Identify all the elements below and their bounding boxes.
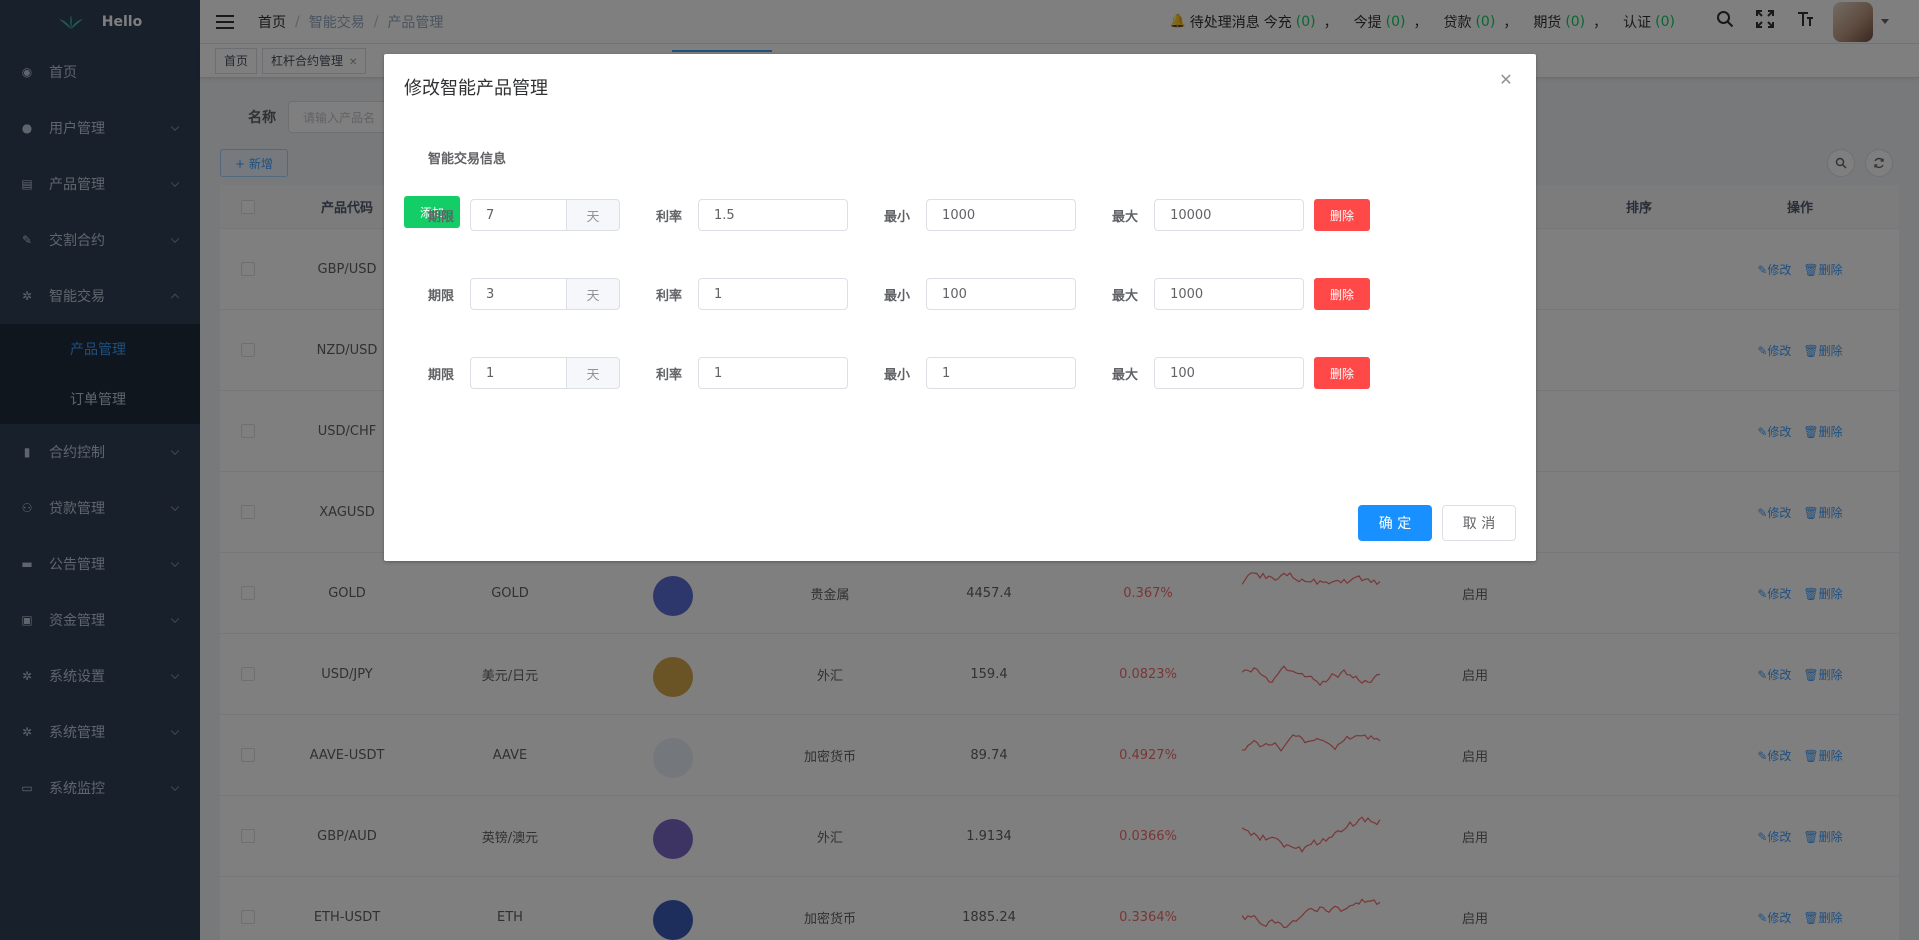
min-label: 最小 xyxy=(884,209,911,225)
max-label: 最大 xyxy=(1112,288,1139,304)
max-label: 最大 xyxy=(1112,209,1139,225)
rate-input[interactable]: 1.5 xyxy=(698,199,849,231)
delete-rule-button[interactable]: 删除 xyxy=(1314,199,1371,231)
rule-row: 期限 3 天 利率 1 最小 100 最大 1000 删除 xyxy=(428,278,1371,310)
period-unit: 天 xyxy=(566,199,621,231)
rate-label: 利率 xyxy=(656,209,683,225)
period-unit: 天 xyxy=(566,278,621,310)
period-input[interactable]: 1 xyxy=(470,357,567,389)
min-input[interactable]: 1000 xyxy=(926,199,1077,231)
max-label: 最大 xyxy=(1112,367,1139,383)
dialog-footer: 确 定 取 消 xyxy=(1358,505,1516,541)
delete-rule-button[interactable]: 删除 xyxy=(1314,278,1371,310)
period-input[interactable]: 3 xyxy=(470,278,567,310)
confirm-button[interactable]: 确 定 xyxy=(1358,505,1432,541)
max-input[interactable]: 1000 xyxy=(1154,278,1305,310)
rate-label: 利率 xyxy=(656,288,683,304)
rate-input[interactable]: 1 xyxy=(698,278,849,310)
rate-label: 利率 xyxy=(656,367,683,383)
edit-dialog: 修改智能产品管理 ✕ 智能交易信息 添加 期限 7 天利率 1.5 最小 1000 最大 10… xyxy=(384,54,1536,561)
min-input[interactable]: 100 xyxy=(926,278,1077,310)
period-label: 期限 xyxy=(428,288,455,304)
delete-rule-button[interactable]: 删除 xyxy=(1314,357,1371,389)
period-label: 期限 xyxy=(428,209,455,225)
period-label: 期限 xyxy=(428,367,455,383)
rate-input[interactable]: 1 xyxy=(698,357,849,389)
max-input[interactable]: 10000 xyxy=(1154,199,1305,231)
rule-row: 期限 7 天 利率 1.5 最小 1000 最大 10000 删除 xyxy=(428,199,1371,231)
min-label: 最小 xyxy=(884,367,911,383)
min-label: 最小 xyxy=(884,288,911,304)
section-label: 智能交易信息 xyxy=(428,152,507,167)
close-icon[interactable]: ✕ xyxy=(1496,70,1516,90)
period-input[interactable]: 7 xyxy=(470,199,567,231)
dialog-title: 修改智能产品管理 xyxy=(404,78,548,99)
rule-row: 期限 1 天利率 1 最小 1 最大 100 删除 xyxy=(428,357,1371,389)
period-unit: 天 xyxy=(566,357,621,389)
min-input[interactable]: 1 xyxy=(926,357,1077,389)
max-input[interactable]: 100 xyxy=(1154,357,1305,389)
cancel-button[interactable]: 取 消 xyxy=(1442,505,1516,541)
